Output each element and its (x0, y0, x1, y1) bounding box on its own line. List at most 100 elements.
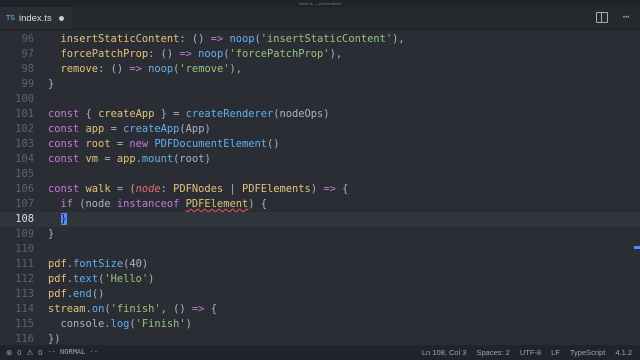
warning-count[interactable]: 0 (38, 345, 42, 360)
scrollbar-cursor-marker[interactable] (634, 246, 640, 249)
code-token: const (48, 108, 80, 120)
code-token: text (73, 273, 99, 285)
line-code: const app = createApp(App) (48, 122, 211, 137)
code-line[interactable]: 111 pdf.fontSize(40) (0, 257, 640, 272)
code-line[interactable]: 108 } (0, 212, 640, 227)
code-token: : () (98, 63, 130, 75)
language-mode[interactable]: TypeScript (570, 345, 605, 360)
text-cursor: } (60, 213, 67, 225)
code-line[interactable]: 104 const vm = app.mount(root) (0, 152, 640, 167)
warning-icon[interactable]: ⚠ (26, 345, 33, 360)
code-line[interactable]: 97 forcePatchProp: () => noop('forcePatc… (0, 47, 640, 62)
code-token: root (85, 138, 111, 150)
line-number: 109 (15, 228, 34, 240)
code-token: } (48, 78, 55, 90)
line-number: 98 (21, 63, 34, 75)
code-token: ), (392, 33, 405, 45)
code-token: pdf (48, 258, 67, 270)
code-token: 'insertStaticContent' (260, 33, 393, 45)
code-token: ) (310, 183, 324, 195)
line-code: remove: () => noop('remove'), (48, 62, 242, 77)
line-number: 103 (15, 138, 34, 150)
code-token: app (116, 153, 136, 165)
code-line[interactable]: 102 const app = createApp(App) (0, 122, 640, 137)
line-code: stream.on('finish', () => { (48, 302, 217, 317)
code-line[interactable]: 96 insertStaticContent: () => noop('inse… (0, 32, 640, 47)
error-count[interactable]: 0 (17, 345, 21, 360)
code-line[interactable]: 101 const { createApp } = createRenderer(… (0, 107, 640, 122)
line-number: 105 (15, 168, 34, 180)
code-line[interactable]: 103 const root = new PDFDocumentElement() (0, 137, 640, 152)
line-ending[interactable]: LF (551, 345, 560, 360)
code-token: PDFElement (185, 198, 249, 210)
line-number: 112 (15, 273, 34, 285)
line-code: if (node instanceof PDFElement) { (48, 197, 267, 212)
line-number: 110 (15, 243, 34, 255)
code-token: 'remove' (179, 63, 230, 75)
code-line[interactable]: 113 pdf.end() (0, 287, 640, 302)
tab-bar: TS index.ts ⋯ (0, 7, 640, 30)
more-actions-icon: ⋯ (622, 10, 630, 23)
code-token: ), (229, 63, 242, 75)
code-token: : (160, 183, 174, 195)
code-line[interactable]: 105 (0, 167, 640, 182)
code-token: end (73, 288, 92, 300)
line-code: console.log('Finish') (48, 317, 192, 332)
line-number: 102 (15, 123, 34, 135)
code-line[interactable]: 112 pdf.text('Hello') (0, 272, 640, 287)
code-token: : () (148, 48, 180, 60)
code-line[interactable]: 107 if (node instanceof PDFElement) { (0, 197, 640, 212)
line-code: insertStaticContent: () => noop('insertS… (48, 32, 405, 47)
code-token: }) (48, 333, 61, 345)
tab-index-ts[interactable]: TS index.ts (0, 7, 72, 29)
code-token: mount (141, 153, 174, 165)
code-token: { (204, 303, 217, 315)
line-code: pdf.text('Hello') (48, 272, 154, 287)
code-token: createApp (98, 108, 155, 120)
code-token: pdf (48, 273, 67, 285)
code-line[interactable]: 106 const walk = (node: PDFNodes | PDFEle… (0, 182, 640, 197)
code-token: = (104, 123, 124, 135)
line-number: 106 (15, 183, 34, 195)
code-token: => (129, 63, 142, 75)
code-editor[interactable]: 96 insertStaticContent: () => noop('inse… (0, 30, 640, 345)
code-line[interactable]: 109} (0, 227, 640, 242)
code-token: 'Finish' (135, 318, 186, 330)
code-token: const (48, 153, 80, 165)
line-code: } (48, 212, 67, 227)
code-token: insertStaticContent (60, 33, 180, 45)
line-number: 107 (15, 198, 34, 210)
unsaved-dot-icon[interactable] (59, 15, 64, 21)
error-icon[interactable]: ⊗ (6, 345, 12, 360)
status-bar: ⊗ 0 ⚠ 0 -- NORMAL -- Ln 108, Col 3 Space… (0, 345, 640, 360)
code-token: log (110, 318, 130, 330)
code-token: noop (198, 48, 224, 60)
code-token: pdf (48, 288, 67, 300)
code-token: app (85, 123, 105, 135)
code-line[interactable]: 114 stream.on('finish', () => { (0, 302, 640, 317)
line-code: const root = new PDFDocumentElement() (48, 137, 280, 152)
more-actions-button[interactable]: ⋯ (620, 11, 632, 23)
code-token: instanceof (116, 198, 180, 210)
code-token: | (223, 183, 242, 195)
split-editor-button[interactable] (596, 11, 608, 23)
code-line[interactable]: 110 (0, 242, 640, 257)
code-line[interactable]: 115 console.log('Finish') (0, 317, 640, 332)
code-line[interactable]: 100 (0, 92, 640, 107)
line-number: 97 (21, 48, 34, 60)
encoding[interactable]: UTF-8 (520, 345, 541, 360)
cursor-position[interactable]: Ln 108, Col 3 (422, 345, 467, 360)
typescript-version[interactable]: 4.1.2 (615, 345, 632, 360)
line-code: const vm = app.mount(root) (48, 152, 211, 167)
code-token: PDFDocumentElement (154, 138, 268, 150)
code-line[interactable]: 98 remove: () => noop('remove'), (0, 62, 640, 77)
indentation[interactable]: Spaces: 2 (477, 345, 510, 360)
code-token: ), (329, 48, 343, 60)
code-line[interactable]: 99} (0, 77, 640, 92)
code-token: 'Hello' (104, 273, 149, 285)
code-token: , () (160, 303, 192, 315)
